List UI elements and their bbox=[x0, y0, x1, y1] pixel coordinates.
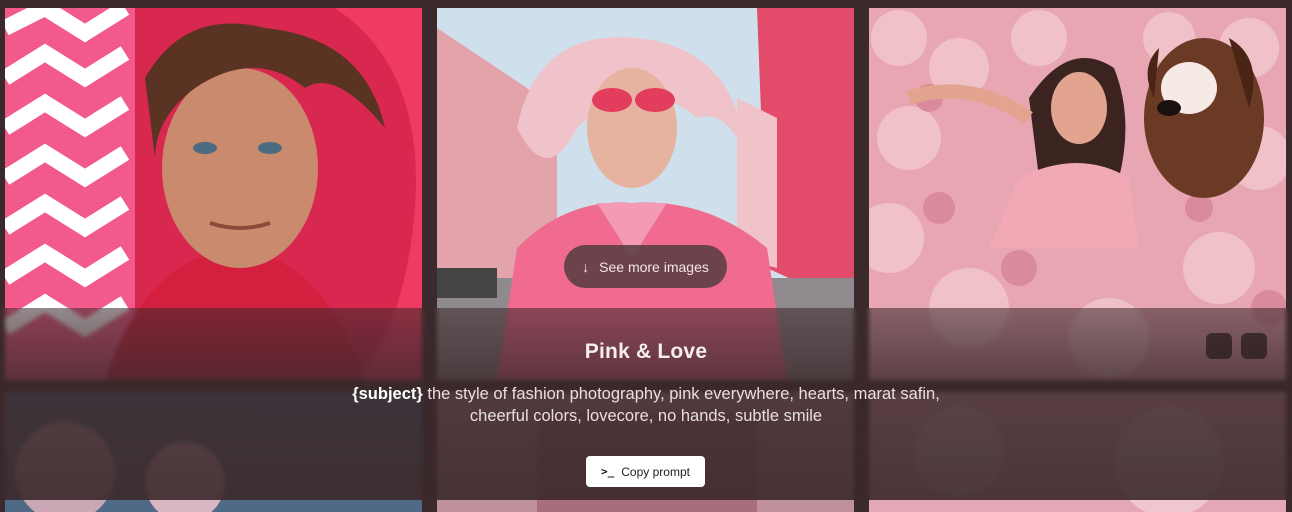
see-more-images-button[interactable]: ↓ See more images bbox=[564, 245, 727, 288]
terminal-icon: >_ bbox=[601, 465, 615, 478]
copy-prompt-label: Copy prompt bbox=[621, 464, 690, 479]
prompt-line-1: the style of fashion photography, pink e… bbox=[422, 385, 940, 403]
see-more-label: See more images bbox=[599, 258, 709, 275]
prompt-subject-token: {subject} bbox=[352, 385, 423, 403]
style-prompt-text: {subject} the style of fashion photograp… bbox=[300, 383, 992, 427]
copy-prompt-button[interactable]: >_ Copy prompt bbox=[586, 456, 705, 487]
style-title: Pink & Love bbox=[584, 340, 708, 363]
arrow-down-icon: ↓ bbox=[582, 258, 590, 275]
prompt-line-2: cheerful colors, lovecore, no hands, sub… bbox=[469, 407, 823, 425]
